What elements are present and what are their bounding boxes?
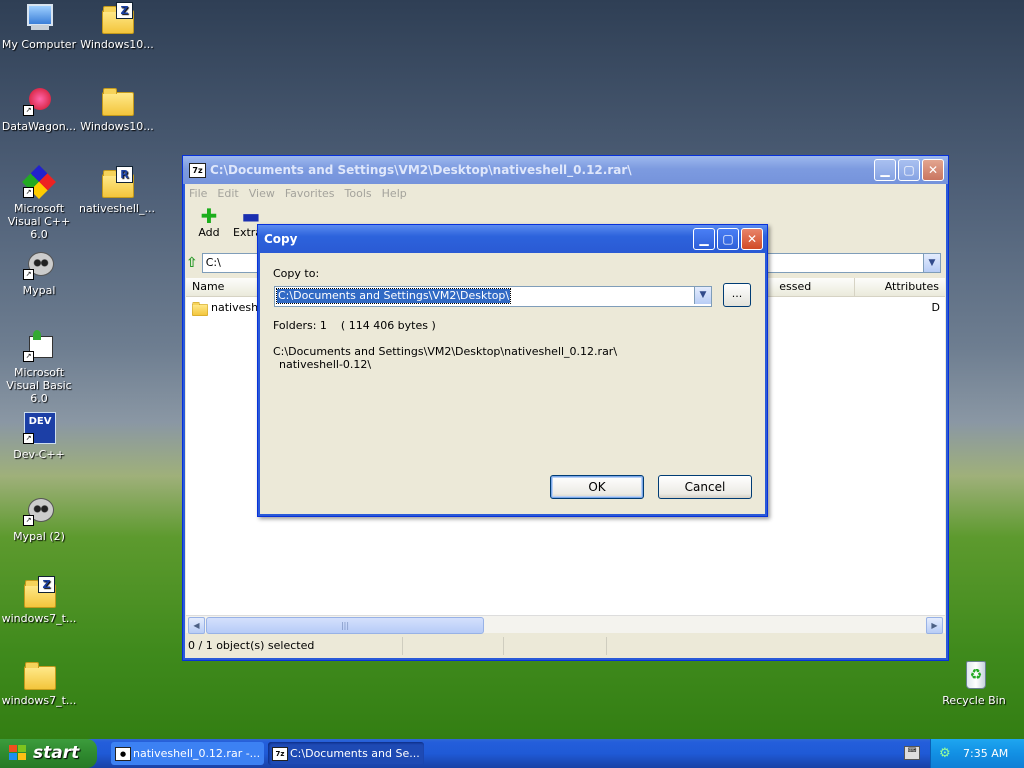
copy-to-label: Copy to: <box>273 267 320 280</box>
desktop-icon-label: DataWagon... <box>1 120 77 133</box>
close-button[interactable]: ✕ <box>922 159 944 181</box>
list-item-attributes: D <box>931 301 940 314</box>
maximize-button[interactable]: ▢ <box>898 159 920 181</box>
desktop-icon-visual-basic[interactable]: ↗ Microsoft Visual Basic 6.0 <box>0 330 78 405</box>
plus-icon: ✚ <box>200 204 218 228</box>
source-path-line1: C:\Documents and Settings\VM2\Desktop\na… <box>273 345 618 358</box>
start-button[interactable]: start <box>0 739 97 768</box>
desktop-icon-label: Recycle Bin <box>942 694 1006 707</box>
copy-path-value: C:\Documents and Settings\VM2\Desktop\ <box>275 288 512 304</box>
status-text: 0 / 1 object(s) selected <box>186 637 403 655</box>
copy-path-dropdown-button[interactable]: ▼ <box>694 287 711 304</box>
desktop-icon-dev-cpp[interactable]: DEV ↗ Dev-C++ <box>0 412 78 461</box>
raccoon-icon: ↗ <box>23 494 55 526</box>
copy-dialog: Copy ▁ ▢ ✕ Copy to: C:\Documents and Set… <box>257 224 768 517</box>
folder-icon <box>192 302 208 316</box>
copy-dialog-titlebar[interactable]: Copy ▁ ▢ ✕ <box>258 225 767 253</box>
scroll-thumb[interactable]: ||| <box>206 617 484 634</box>
7zip-app-icon: 7z <box>272 747 288 761</box>
folder-icon <box>23 658 56 690</box>
desktop-icon-visual-cpp[interactable]: ↗ Microsoft Visual C++ 6.0 <box>0 165 78 241</box>
keyboard-icon[interactable]: ⌨ <box>904 746 920 760</box>
dev-cpp-icon: DEV ↗ <box>23 412 56 444</box>
visual-basic-icon: ↗ <box>23 330 55 362</box>
desktop-icon-label: windows7_t... <box>1 694 77 707</box>
zip-folder-icon: Z <box>101 2 134 34</box>
source-path-line2: nativeshell-0.12\ <box>279 358 372 371</box>
clock[interactable]: 7:35 AM <box>963 739 1008 768</box>
dialog-title: Copy <box>264 232 298 246</box>
desktop-icon-label: Mypal <box>22 284 56 297</box>
desktop-icon-windows10-zip[interactable]: Z Windows10... <box>78 2 156 51</box>
taskbar-item-label: C:\Documents and Se... <box>290 747 420 760</box>
system-tray: ⚙ 7:35 AM <box>930 739 1024 768</box>
menu-file[interactable]: File <box>189 187 207 200</box>
desktop-icon-label: nativeshell_... <box>79 202 155 215</box>
window-title: C:\Documents and Settings\VM2\Desktop\na… <box>210 163 632 177</box>
horizontal-scrollbar[interactable]: ◀ ||| ▶ <box>186 615 945 634</box>
menu-tools[interactable]: Tools <box>345 187 372 200</box>
datawagon-icon: ↗ <box>23 84 55 116</box>
desktop-icon-windows7-zip[interactable]: Z windows7_t... <box>0 576 78 625</box>
zip-folder-icon: Z <box>23 576 56 608</box>
taskbar: start ● nativeshell_0.12.rar -... 7z C:\… <box>0 739 1024 768</box>
desktop-icon-label: My Computer <box>1 38 77 51</box>
menu-view[interactable]: View <box>249 187 275 200</box>
visual-cpp-icon: ↗ <box>22 165 56 199</box>
status-bar: 0 / 1 object(s) selected <box>186 636 945 656</box>
cancel-button[interactable]: Cancel <box>658 475 752 499</box>
raccoon-icon: ● <box>115 747 131 761</box>
taskbar-item-label: nativeshell_0.12.rar -... <box>133 747 261 760</box>
minimize-button[interactable]: ▁ <box>874 159 896 181</box>
desktop-icon-recycle-bin[interactable]: ♻ Recycle Bin <box>935 658 1013 707</box>
desktop-icon-mypal[interactable]: ↗ Mypal <box>0 248 78 297</box>
desktop-icon-label: Windows10... <box>80 38 154 51</box>
network-icon[interactable]: ⚙ <box>939 739 951 768</box>
dialog-minimize-button[interactable]: ▁ <box>693 228 715 250</box>
up-folder-icon[interactable]: ⇧ <box>186 255 198 271</box>
rar-folder-icon: R <box>101 166 134 198</box>
menu-bar: File Edit View Favorites Tools Help <box>183 184 948 202</box>
desktop-icon-label: windows7_t... <box>1 612 77 625</box>
desktop-icon-label: Microsoft Visual C++ 6.0 <box>7 202 71 241</box>
desktop-icon-nativeshell-rar[interactable]: R nativeshell_... <box>78 166 156 215</box>
menu-favorites[interactable]: Favorites <box>285 187 335 200</box>
dialog-maximize-button[interactable]: ▢ <box>717 228 739 250</box>
archive-window-titlebar[interactable]: 7z C:\Documents and Settings\VM2\Desktop… <box>183 156 948 184</box>
folders-info: Folders: 1 ( 114 406 bytes ) <box>273 319 436 332</box>
minus-icon: ▬ <box>241 204 261 228</box>
desktop-icon-label: Microsoft Visual Basic 6.0 <box>6 366 72 405</box>
desktop-icon-datawagon[interactable]: ↗ DataWagon... <box>0 84 78 133</box>
windows-flag-icon <box>9 745 27 761</box>
taskbar-item-nativeshell[interactable]: ● nativeshell_0.12.rar -... <box>111 742 264 765</box>
desktop-icon-windows10-folder[interactable]: Windows10... <box>78 84 156 133</box>
desktop-icon-label: Dev-C++ <box>13 448 65 461</box>
start-label: start <box>33 743 80 763</box>
add-button[interactable]: ✚ Add <box>191 202 227 244</box>
folder-icon <box>101 84 134 116</box>
recycle-bin-icon: ♻ <box>958 658 990 690</box>
dialog-close-button[interactable]: ✕ <box>741 228 763 250</box>
7zip-app-icon: 7z <box>189 162 206 178</box>
ok-button[interactable]: OK <box>550 475 644 499</box>
taskbar-item-7zip[interactable]: 7z C:\Documents and Se... <box>268 742 424 765</box>
desktop-icon-my-computer[interactable]: My Computer <box>0 2 78 51</box>
scroll-right-arrow[interactable]: ▶ <box>926 617 943 634</box>
desktop-icon-mypal-2[interactable]: ↗ Mypal (2) <box>0 494 78 543</box>
copy-path-combobox[interactable]: C:\Documents and Settings\VM2\Desktop\ ▼ <box>274 286 712 307</box>
computer-icon <box>23 2 55 34</box>
add-label: Add <box>198 226 220 239</box>
raccoon-icon: ↗ <box>23 248 55 280</box>
column-name[interactable]: Name <box>186 278 258 296</box>
menu-edit[interactable]: Edit <box>217 187 238 200</box>
address-text: C:\ <box>205 256 221 269</box>
browse-button[interactable]: ... <box>723 283 751 307</box>
desktop-icon-label: Mypal (2) <box>13 530 65 543</box>
column-attributes[interactable]: Attributes <box>855 278 945 296</box>
desktop-icon-label: Windows10... <box>80 120 154 133</box>
scroll-left-arrow[interactable]: ◀ <box>188 617 205 634</box>
address-dropdown-button[interactable]: ▼ <box>923 254 940 272</box>
desktop-icon-windows7-folder[interactable]: windows7_t... <box>0 658 78 707</box>
menu-help[interactable]: Help <box>382 187 407 200</box>
